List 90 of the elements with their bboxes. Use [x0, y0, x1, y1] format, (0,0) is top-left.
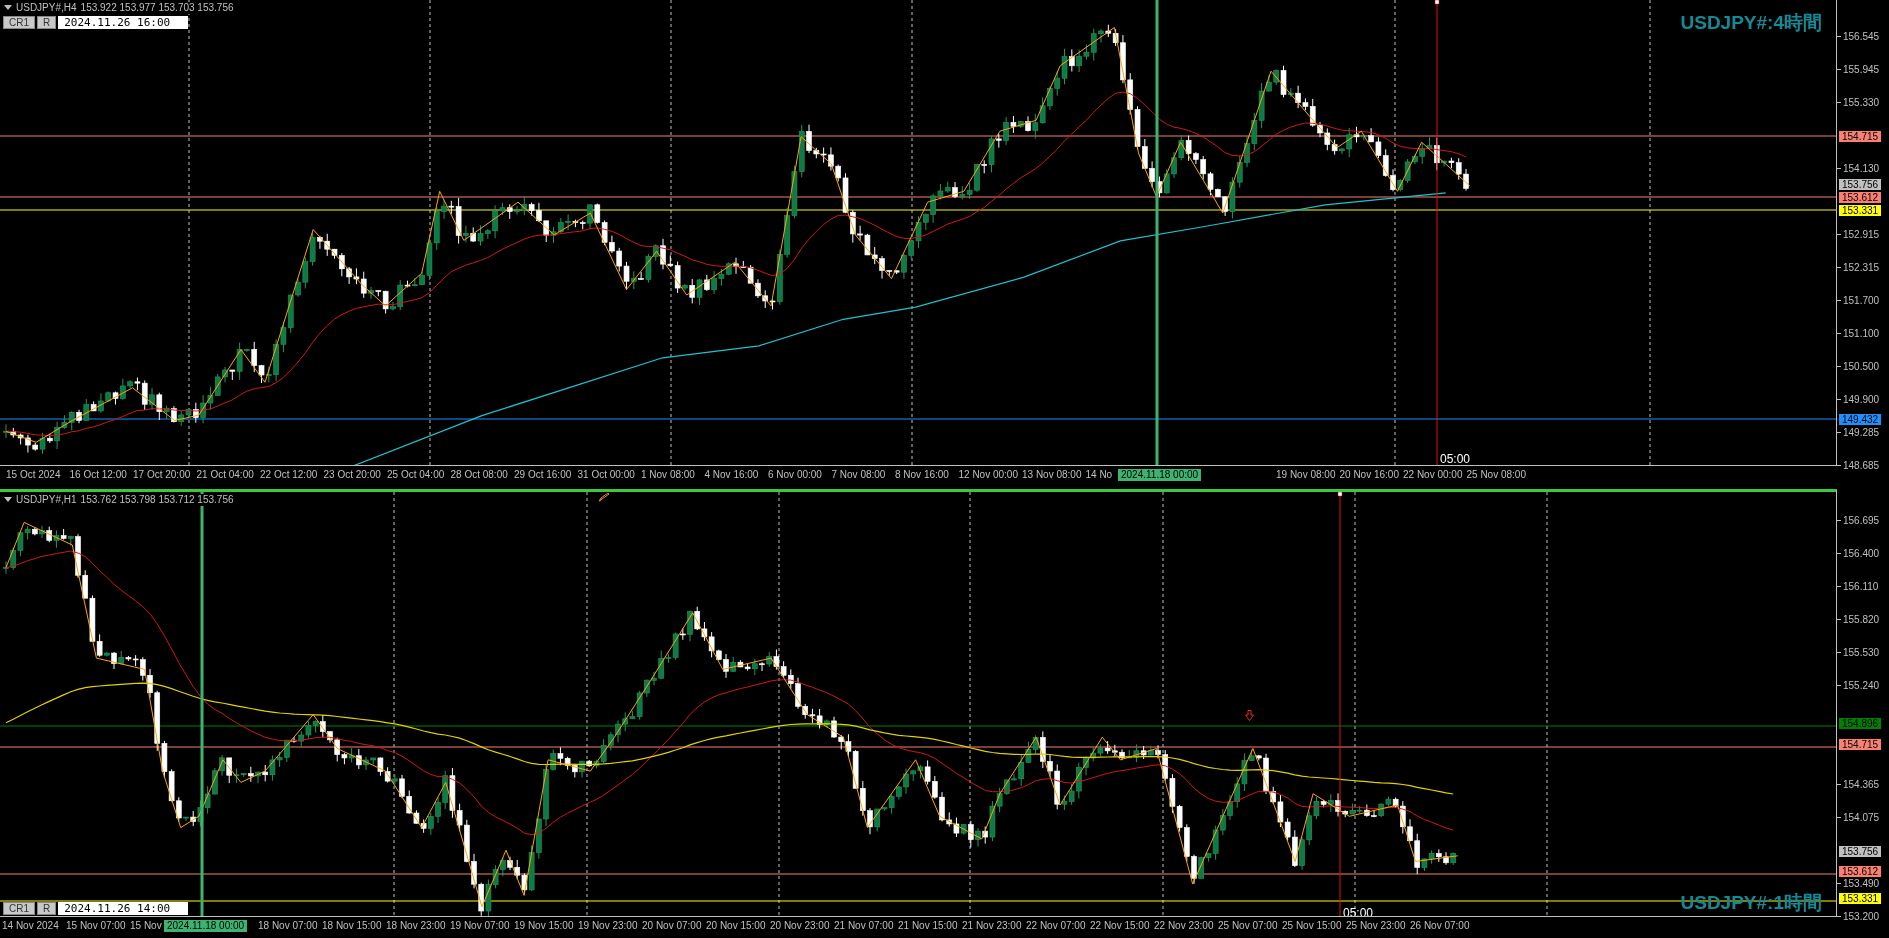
time-axis-label: 18 Nov 15:00: [322, 920, 382, 932]
price-label: 149.285: [1843, 427, 1880, 438]
time-axis-label: 25 Nov 07:00: [1218, 920, 1278, 932]
toolbar-button[interactable]: CR1: [3, 16, 35, 29]
price-label: 156.695: [1843, 515, 1880, 526]
price-label: 148.685: [1843, 460, 1880, 471]
date-field[interactable]: 2024.11.26 14:00: [58, 902, 189, 915]
time-axis-label: 19 Nov 07:00: [450, 920, 510, 932]
time-axis-label: 17 Oct 20:00: [133, 469, 191, 481]
time-axis-label: 22 Nov 07:00: [1026, 920, 1086, 932]
time-axis-label: 18 Nov 07:00: [258, 920, 318, 932]
price-label: 154.130: [1843, 163, 1880, 174]
time-axis-label: 4 Nov 16:00: [704, 469, 759, 481]
price-label: 155.945: [1843, 64, 1880, 75]
price-label: 151.100: [1843, 328, 1880, 339]
price-label: 150.500: [1843, 361, 1880, 372]
symbol-watermark: USDJPY#:4時間: [1680, 12, 1822, 34]
time-axis-label: 21 Nov 15:00: [898, 920, 958, 932]
time-axis-label: 20 Nov 16:00: [1339, 469, 1399, 481]
price-label: 149.900: [1843, 394, 1880, 405]
time-axis-label: 26 Nov 07:00: [1410, 920, 1470, 932]
time-axis-label: 19 Nov 08:00: [1276, 469, 1336, 481]
price-label: 152.915: [1843, 229, 1880, 240]
price-label: 155.530: [1843, 647, 1880, 658]
price-tag: 153.331: [1839, 204, 1882, 216]
time-axis-label: 13 Nov 08:00: [1022, 469, 1082, 481]
price-tag: 149.432: [1839, 413, 1882, 425]
price-label: 156.400: [1843, 548, 1880, 559]
time-axis-label: 23 Oct 20:00: [323, 469, 381, 481]
ohlc-values: 153.762 153.798 153.712 153.756: [80, 494, 234, 506]
price-tag: 154.896: [1839, 717, 1882, 729]
time-label: 05:00: [1440, 452, 1471, 465]
time-axis-label: 12 Nov 00:00: [958, 469, 1018, 481]
toolbar-button[interactable]: R: [37, 902, 57, 915]
time-axis-label: 14 No: [1085, 469, 1113, 481]
price-label: 154.365: [1843, 779, 1880, 790]
time-axis-label: 25 Nov 15:00: [1282, 920, 1342, 932]
price-tag: 153.612: [1839, 865, 1882, 877]
price-label: 156.545: [1843, 31, 1880, 42]
price-tag: 153.331: [1839, 892, 1882, 904]
time-axis-label: 1 Nov 08:00: [641, 469, 695, 481]
price-label: 153.490: [1843, 878, 1880, 889]
time-highlight-label: 2024.11.18 00:00: [1118, 469, 1202, 481]
time-axis-label: 19 Nov 15:00: [514, 920, 574, 932]
price-label: 155.820: [1843, 614, 1880, 625]
date-field[interactable]: 2024.11.26 16:00: [58, 16, 189, 29]
ohlc-values: 153.922 153.977 153.703 153.756: [80, 2, 234, 14]
time-axis-label: 25 Nov 23:00: [1346, 920, 1406, 932]
time-axis-label: 20 Nov 23:00: [770, 920, 830, 932]
time-axis-label: 15 Nov 07:00: [66, 920, 126, 932]
time-axis-label: 22 Nov 00:00: [1403, 469, 1463, 481]
price-label: 156.110: [1843, 581, 1879, 592]
time-axis-label: 20 Nov 07:00: [642, 920, 702, 932]
price-label: 152.315: [1843, 262, 1880, 273]
time-axis-label: 8 Nov 16:00: [895, 469, 949, 481]
price-label: 155.240: [1843, 680, 1880, 691]
time-axis-label: 20 Nov 15:00: [706, 920, 766, 932]
time-axis-label: 21 Nov 23:00: [962, 920, 1022, 932]
time-axis-label: 22 Oct 12:00: [260, 469, 318, 481]
time-axis-label: 19 Nov 23:00: [578, 920, 638, 932]
time-axis-label: 31 Oct 00:00: [577, 469, 635, 481]
toolbar-button[interactable]: CR1: [3, 902, 35, 915]
time-axis-label: 22 Nov 23:00: [1154, 920, 1214, 932]
time-axis-label: 21 Oct 04:00: [196, 469, 254, 481]
time-axis-label: 25 Oct 04:00: [387, 469, 445, 481]
time-axis-label: 25 Nov 08:00: [1466, 469, 1526, 481]
price-tag: 153.612: [1839, 191, 1882, 203]
time-axis-label: 18 Nov 23:00: [386, 920, 446, 932]
chart-symbol: USDJPY#,H4: [16, 2, 77, 14]
time-axis-label: 7 Nov 08:00: [831, 469, 886, 481]
price-tag: 154.715: [1839, 738, 1882, 750]
time-axis-label: 15 Nov: [130, 920, 162, 932]
time-axis-label: 14 Nov 2024: [2, 920, 59, 932]
time-axis-label: 21 Nov 07:00: [834, 920, 894, 932]
price-label: 153.200: [1843, 911, 1880, 922]
price-tag: 153.756: [1839, 178, 1882, 190]
price-tag: 154.715: [1839, 130, 1882, 142]
time-axis-label: 29 Oct 16:00: [514, 469, 572, 481]
chart-symbol: USDJPY#,H1: [16, 494, 77, 506]
price-label: 155.330: [1843, 97, 1880, 108]
time-axis-label: 6 Nov 00:00: [768, 469, 822, 481]
price-label: 154.075: [1843, 812, 1880, 823]
price-label: 151.700: [1843, 295, 1880, 306]
toolbar-button[interactable]: R: [37, 16, 57, 29]
time-axis-label: 22 Nov 15:00: [1090, 920, 1150, 932]
time-axis-label: 28 Oct 08:00: [450, 469, 508, 481]
time-highlight-label: 2024.11.18 00:00: [164, 920, 248, 932]
price-tag: 153.756: [1839, 845, 1882, 857]
time-axis-label: 16 Oct 12:00: [69, 469, 127, 481]
time-axis-label: 15 Oct 2024: [6, 469, 61, 481]
